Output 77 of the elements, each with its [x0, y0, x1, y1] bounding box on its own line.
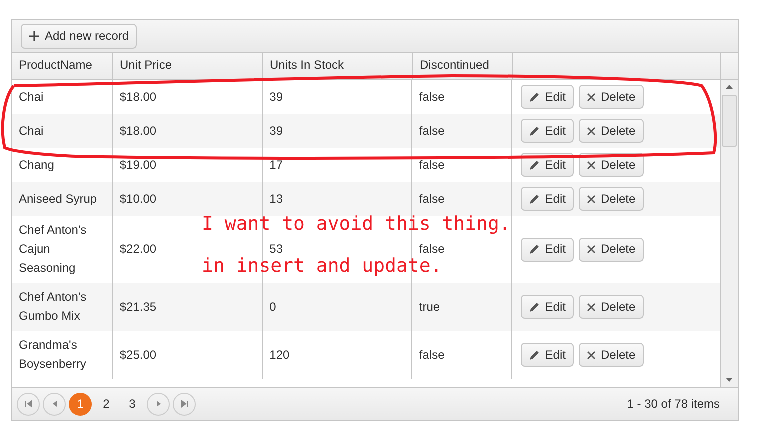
table-cell-text: Chef Anton's Cajun Seasoning: [19, 222, 88, 277]
pager-info: 1 - 30 of 78 items: [627, 397, 721, 411]
table-cell-text: 53: [270, 241, 283, 258]
table-cell-text: Chai: [19, 122, 44, 140]
delete-button[interactable]: Delete: [578, 85, 644, 109]
next-page-button[interactable]: [147, 392, 170, 416]
table-cell-text: $10.00: [120, 190, 157, 208]
table-cell-text: Grandma's Boysenberry: [19, 337, 88, 373]
table-cell-text: $18.00: [120, 122, 157, 140]
scrollbar[interactable]: [721, 80, 738, 387]
table-cell-text: $19.00: [120, 156, 157, 174]
pencil-icon: [529, 160, 540, 170]
pencil-icon: [529, 302, 540, 312]
pencil-icon: [529, 350, 540, 360]
delete-button[interactable]: Delete: [578, 187, 644, 211]
table-cell-text: 39: [270, 122, 283, 140]
delete-button[interactable]: Delete: [578, 295, 644, 319]
close-icon: [586, 92, 596, 102]
table-cell-text: 120: [270, 346, 290, 364]
previous-page-button[interactable]: [43, 392, 66, 416]
table-cell-text: $18.00: [120, 88, 157, 106]
table-cell-text: 39: [270, 88, 283, 106]
table-cell-text: false: [419, 190, 445, 208]
column-header[interactable]: ProductName: [12, 53, 113, 79]
column-header[interactable]: Unit Price: [113, 53, 263, 79]
close-icon: [586, 160, 596, 170]
column-header[interactable]: Discontinued: [413, 53, 513, 79]
table-cell-text: 13: [270, 190, 283, 208]
page-button[interactable]: 2: [95, 392, 118, 416]
close-icon: [586, 245, 596, 254]
edit-button[interactable]: Edit: [521, 119, 574, 143]
edit-button[interactable]: Edit: [521, 343, 574, 367]
table-cell-text: $25.00: [120, 346, 157, 364]
table-cell-text: 17: [270, 156, 283, 174]
first-page-icon: [24, 400, 32, 408]
edit-button[interactable]: Edit: [521, 238, 574, 262]
scroll-down-icon[interactable]: [726, 378, 733, 383]
previous-page-icon: [50, 400, 58, 408]
table-cell-text: Chef Anton's Gumbo Mix: [19, 289, 88, 325]
table-cell-text: Chai: [19, 88, 44, 106]
close-icon: [586, 350, 596, 360]
delete-button[interactable]: Delete: [578, 343, 644, 367]
delete-button[interactable]: Delete: [578, 119, 644, 143]
edit-button[interactable]: Edit: [521, 187, 574, 211]
table-cell-text: true: [419, 298, 440, 316]
table-cell-text: false: [419, 88, 445, 106]
table-cell-text: Chang: [19, 156, 54, 174]
page-button[interactable]: 3: [121, 392, 144, 416]
pencil-icon: [529, 244, 540, 255]
scrollbar-thumb[interactable]: [722, 95, 737, 147]
edit-button[interactable]: Edit: [521, 295, 574, 319]
table-cell-text: $22.00: [120, 241, 157, 258]
table-cell-text: 0: [270, 298, 276, 316]
table-cell-text: $21.35: [120, 298, 157, 316]
last-page-icon: [180, 400, 188, 408]
table-cell-text: false: [419, 122, 445, 140]
next-page-icon: [154, 400, 162, 408]
first-page-button[interactable]: [17, 392, 40, 416]
table-cell-text: false: [419, 156, 445, 174]
close-icon: [586, 302, 596, 312]
plus-icon: [29, 30, 40, 42]
annotation-text: in insert and update.: [202, 255, 442, 277]
close-icon: [586, 194, 596, 204]
table-cell-text: false: [419, 346, 445, 364]
edit-button[interactable]: Edit: [521, 85, 574, 109]
delete-button[interactable]: Delete: [578, 238, 644, 262]
close-icon: [586, 126, 596, 136]
pencil-icon: [529, 126, 540, 136]
pencil-icon: [529, 194, 540, 204]
scroll-up-icon[interactable]: [726, 84, 733, 89]
add-record-button[interactable]: Add new record: [21, 24, 138, 48]
table-cell-text: false: [419, 241, 445, 258]
last-page-button[interactable]: [173, 392, 196, 416]
column-header[interactable]: Units In Stock: [263, 53, 413, 79]
pencil-icon: [529, 92, 540, 102]
table-cell-text: Aniseed Syrup: [19, 190, 98, 208]
annotation-text: I want to avoid this thing.: [202, 213, 511, 235]
